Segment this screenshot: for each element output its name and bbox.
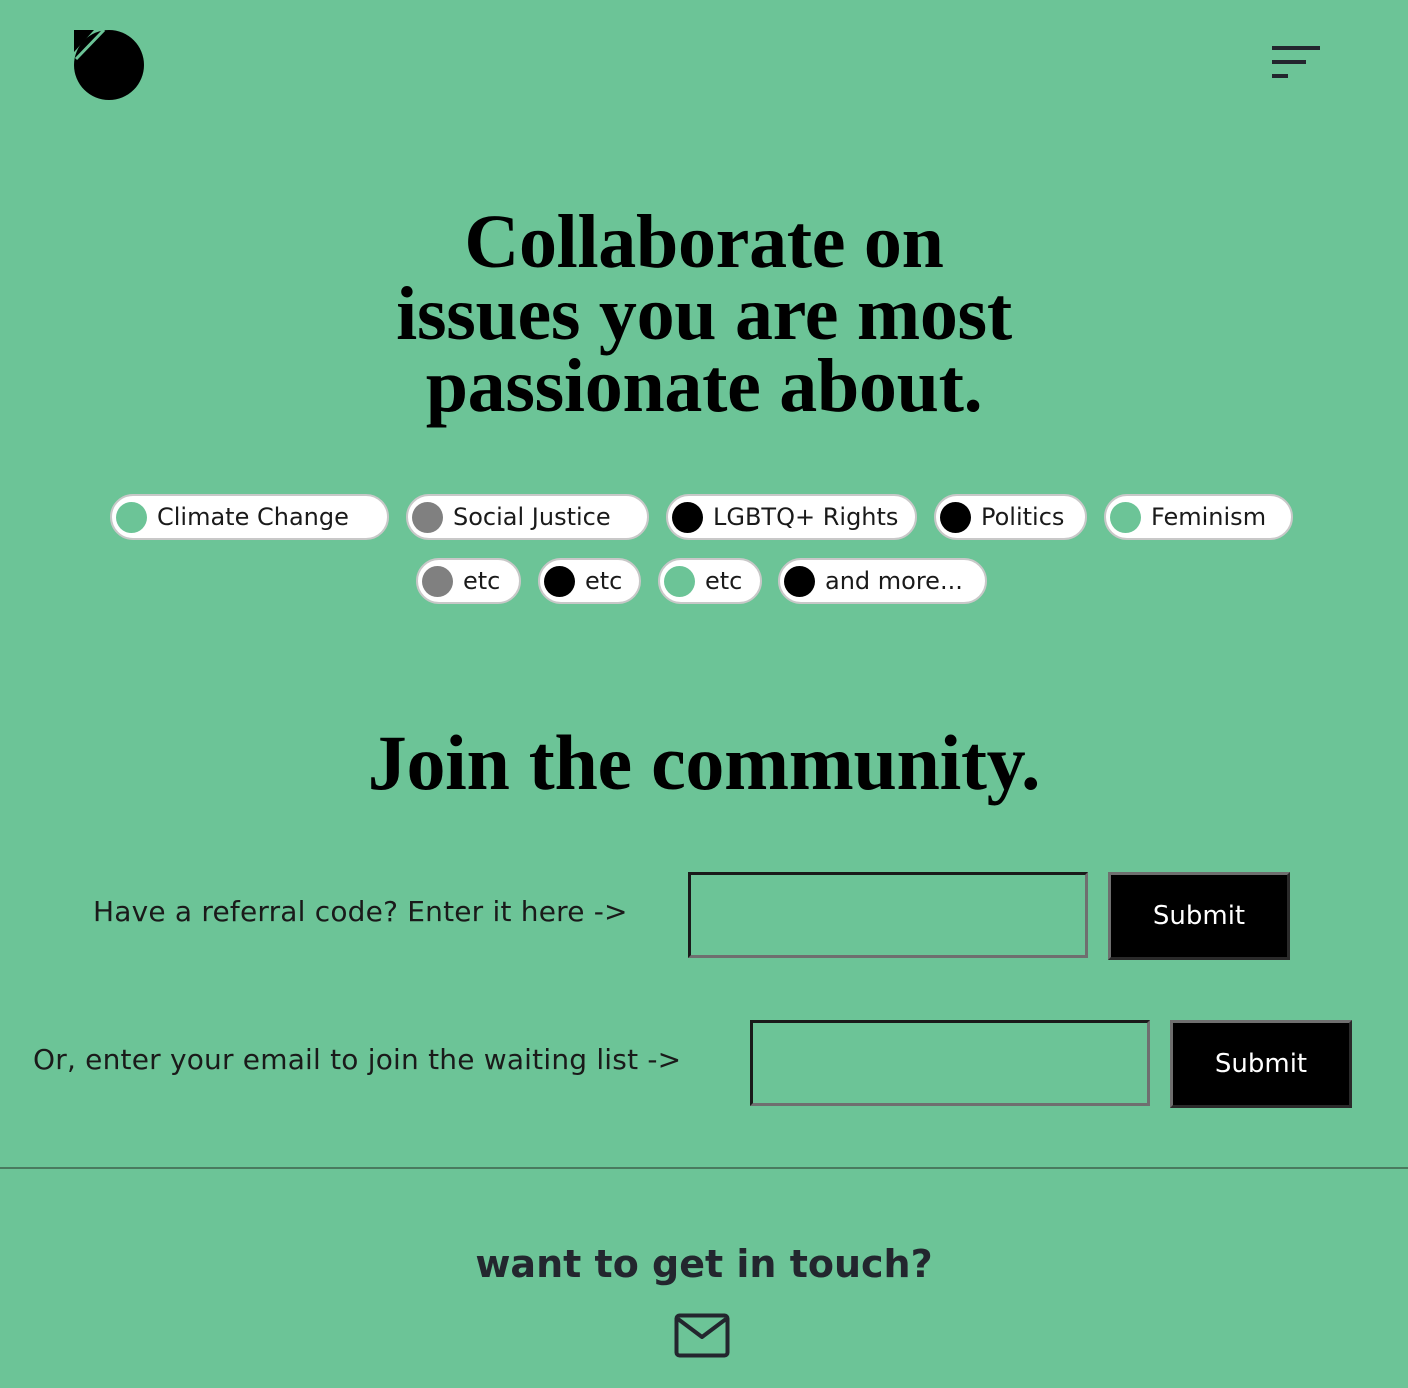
topic-chip-label: Climate Change — [157, 503, 349, 531]
referral-submit-button[interactable]: Submit — [1108, 872, 1290, 960]
topic-chip-etc[interactable]: etc — [416, 558, 521, 604]
waitlist-email-input[interactable] — [750, 1020, 1150, 1106]
topic-chip-label: and more... — [825, 567, 963, 595]
topic-chip-label: etc — [705, 567, 743, 595]
topic-dot-icon — [784, 565, 815, 597]
waitlist-submit-button[interactable]: Submit — [1170, 1020, 1352, 1108]
topic-chip-label: etc — [585, 567, 623, 595]
topic-chip-label: etc — [463, 567, 501, 595]
topic-chip-etc[interactable]: etc — [658, 558, 762, 604]
topic-chip-lgbtq-rights[interactable]: LGBTQ+ Rights — [666, 494, 917, 540]
topic-chip-climate-change[interactable]: Climate Change — [110, 494, 389, 540]
hero-title-line: passionate about. — [425, 344, 983, 428]
topic-dot-icon — [940, 501, 971, 533]
topic-dot-icon — [422, 565, 453, 597]
topic-chip-label: Feminism — [1151, 503, 1267, 531]
topic-dot-icon — [664, 565, 695, 597]
topic-chip-feminism[interactable]: Feminism — [1104, 494, 1293, 540]
topic-chip-label: LGBTQ+ Rights — [713, 503, 899, 531]
topic-dot-icon — [672, 501, 703, 533]
referral-label: Have a referral code? Enter it here -> — [93, 895, 628, 928]
topic-chip-politics[interactable]: Politics — [934, 494, 1087, 540]
referral-code-input[interactable] — [688, 872, 1088, 958]
topic-chip-and-more[interactable]: and more... — [778, 558, 987, 604]
topic-dot-icon — [544, 565, 575, 597]
hamburger-menu-icon[interactable] — [1266, 40, 1326, 86]
hero-title-line: Collaborate on — [464, 200, 944, 284]
topic-chip-social-justice[interactable]: Social Justice — [406, 494, 649, 540]
topic-chip-etc[interactable]: etc — [538, 558, 641, 604]
waitlist-label: Or, enter your email to join the waiting… — [33, 1043, 682, 1076]
topic-dot-icon — [412, 501, 443, 533]
topic-chip-label: Politics — [981, 503, 1065, 531]
hero-title: Collaborate on issues you are most passi… — [0, 200, 1408, 428]
topic-dot-icon — [116, 501, 147, 533]
join-title: Join the community. — [367, 719, 1041, 806]
topic-dot-icon — [1110, 501, 1141, 533]
section-divider — [0, 1167, 1408, 1169]
logo-icon[interactable] — [74, 30, 144, 100]
mail-icon[interactable] — [674, 1313, 730, 1358]
footer-title: want to get in touch? — [475, 1242, 933, 1286]
topic-chip-label: Social Justice — [453, 503, 611, 531]
hero-title-line: issues you are most — [396, 272, 1012, 356]
